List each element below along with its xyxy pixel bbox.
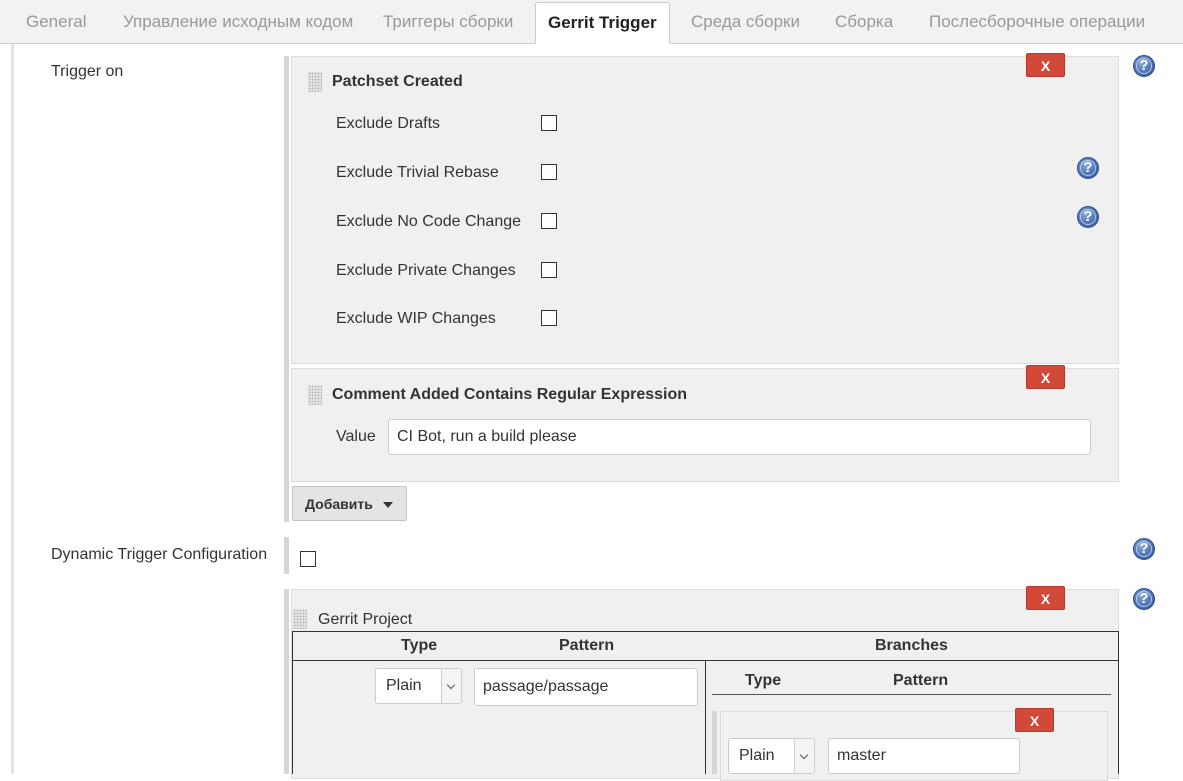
branch-type-header: Type <box>745 672 782 689</box>
exclude-no-code-change-label: Exclude No Code Change <box>336 213 522 230</box>
chevron-down-icon <box>794 739 814 773</box>
dynamic-trigger-label: Dynamic Trigger Configuration <box>51 546 268 563</box>
type-header: Type <box>401 637 438 654</box>
tab-build-environment[interactable]: Среда сборки <box>691 0 800 43</box>
pattern-header: Pattern <box>559 637 615 654</box>
tab-scm[interactable]: Управление исходным кодом <box>123 0 353 43</box>
branch-pattern-header: Pattern <box>893 672 949 689</box>
help-icon[interactable]: ? <box>1077 206 1099 228</box>
tab-bar: General Управление исходным кодом Тригге… <box>0 0 1183 44</box>
help-icon[interactable]: ? <box>1077 157 1099 179</box>
remove-patchset-created-button[interactable]: X <box>1026 53 1065 77</box>
chevron-down-icon <box>441 669 461 703</box>
tab-build-triggers[interactable]: Триггеры сборки <box>383 0 513 43</box>
tab-general[interactable]: General <box>26 0 86 43</box>
dropdown-caret-icon <box>382 502 393 509</box>
drag-handle-icon[interactable] <box>308 72 322 92</box>
tab-build[interactable]: Сборка <box>835 0 893 43</box>
branch-pattern-input[interactable] <box>828 738 1020 774</box>
exclude-private-changes-checkbox[interactable] <box>541 262 557 278</box>
exclude-drafts-checkbox[interactable] <box>541 115 557 131</box>
add-trigger-button[interactable]: Добавить <box>292 486 407 521</box>
drag-handle-icon[interactable] <box>308 385 322 405</box>
table-column-divider <box>705 660 706 774</box>
exclude-trivial-rebase-checkbox[interactable] <box>541 164 557 180</box>
exclude-private-changes-label: Exclude Private Changes <box>336 262 516 279</box>
branches-header: Branches <box>875 637 948 654</box>
exclude-wip-changes-checkbox[interactable] <box>541 310 557 326</box>
branch-header-divider <box>712 694 1111 695</box>
help-icon[interactable]: ? <box>1133 588 1155 610</box>
remove-comment-added-button[interactable]: X <box>1026 365 1065 389</box>
gerrit-project-bar <box>284 589 289 774</box>
help-icon[interactable]: ? <box>1133 538 1155 560</box>
section-rule <box>11 44 14 774</box>
dynamic-trigger-checkbox[interactable] <box>300 551 316 567</box>
comment-regex-input[interactable] <box>388 419 1091 455</box>
dynamic-trigger-bar <box>284 537 289 574</box>
comment-added-title: Comment Added Contains Regular Expressio… <box>332 386 688 403</box>
gerrit-project-title: Gerrit Project <box>318 611 413 628</box>
branch-type-select[interactable]: Plain <box>728 738 815 774</box>
remove-gerrit-project-button[interactable]: X <box>1026 586 1065 610</box>
trigger-on-label: Trigger on <box>51 63 124 80</box>
drag-handle-icon[interactable] <box>293 609 307 629</box>
project-type-select[interactable]: Plain <box>375 668 462 704</box>
trigger-on-bar <box>284 56 289 522</box>
remove-branch-button[interactable]: X <box>1015 708 1054 732</box>
patchset-created-title: Patchset Created <box>332 73 463 90</box>
branch-entry-bar <box>712 711 717 774</box>
help-icon[interactable]: ? <box>1133 55 1155 77</box>
project-pattern-input[interactable] <box>474 668 698 706</box>
exclude-no-code-change-checkbox[interactable] <box>541 213 557 229</box>
exclude-drafts-label: Exclude Drafts <box>336 115 441 132</box>
tab-gerrit-trigger[interactable]: Gerrit Trigger <box>535 2 670 44</box>
exclude-wip-changes-label: Exclude WIP Changes <box>336 310 496 327</box>
tab-post-build[interactable]: Послесборочные операции <box>929 0 1145 43</box>
value-label: Value <box>336 428 376 445</box>
exclude-trivial-rebase-label: Exclude Trivial Rebase <box>336 164 499 181</box>
